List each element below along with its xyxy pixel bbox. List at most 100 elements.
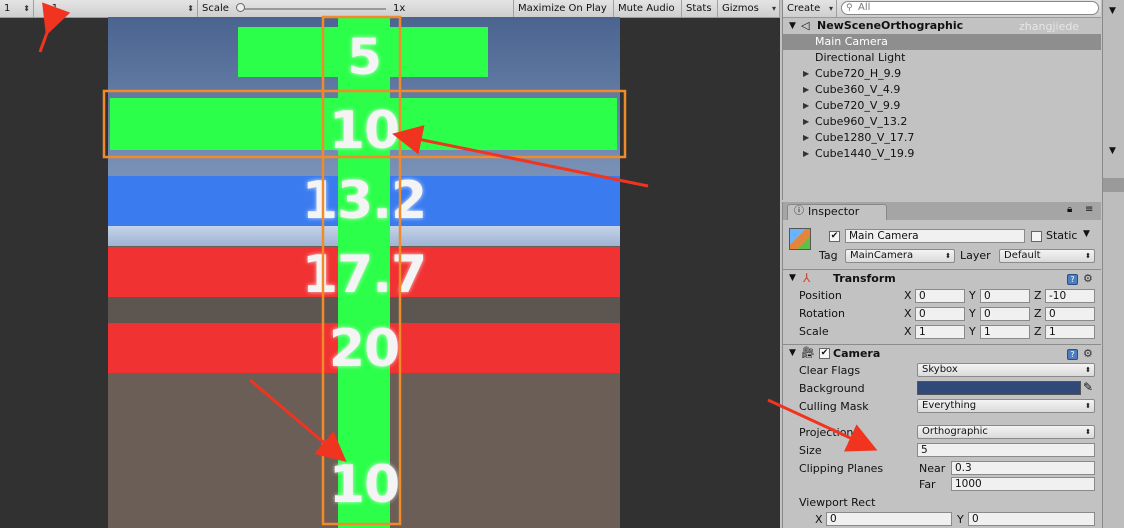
collapse-triangle-icon[interactable]: ▼ [789,348,796,358]
help-icon[interactable]: ? [1067,274,1078,285]
active-checkbox[interactable]: ✔ [829,231,840,242]
axis-x-label: X [904,307,912,320]
rotation-z-field[interactable]: 0 [1045,307,1095,321]
stats-toggle[interactable]: Stats [682,0,718,17]
position-y-field[interactable]: 0 [980,289,1030,303]
label-17-7: 17.7 [301,245,427,305]
divider [783,269,1101,270]
hierarchy-item-directional-light[interactable]: Directional Light [783,50,1101,66]
background-color-swatch[interactable] [917,381,1081,395]
game-view: 1 ⬍ 1:1 ⬍ Scale 1x Maximize On Play Mute… [0,0,780,528]
scale-z-field[interactable]: 1 [1045,325,1095,339]
hierarchy-item-main-camera[interactable]: Main Camera [783,34,1101,50]
transform-header[interactable]: ▼ ⅄ Transform ? ⚙ [783,271,1101,289]
axis-z-label: Z [1034,289,1042,302]
hierarchy-item-label: Cube720_H_9.9 [815,67,902,80]
hierarchy-item-cube1440-v[interactable]: ▶ Cube1440_V_19.9 [783,146,1101,162]
static-checkbox[interactable] [1031,231,1042,242]
scale-x-field[interactable]: 1 [915,325,965,339]
scale-label: Scale [799,325,829,338]
far-field[interactable]: 1000 [951,477,1095,491]
expand-triangle-icon[interactable]: ▶ [803,130,809,146]
projection-label: Projection [799,426,854,439]
static-dropdown-arrow-icon[interactable]: ▼ [1083,229,1090,239]
layer-value: Default [1004,250,1041,261]
display-dropdown[interactable]: 1 ⬍ [0,0,34,17]
expand-triangle-icon[interactable]: ▼ [789,18,796,34]
hierarchy-item-label: Main Camera [815,35,888,48]
hierarchy-item-cube360-v[interactable]: ▶ Cube360_V_4.9 [783,82,1101,98]
lock-icon[interactable]: 🔒︎ [1067,204,1072,215]
rotation-x-field[interactable]: 0 [915,307,965,321]
clipping-planes-label: Clipping Planes [799,462,884,475]
scene-root[interactable]: ▼ ◁ NewSceneOrthographic [783,18,1101,34]
expand-triangle-icon[interactable]: ▶ [803,114,809,130]
position-x-field[interactable]: 0 [915,289,965,303]
culling-mask-dropdown[interactable]: Everything ⬍ [917,399,1095,413]
clear-flags-dropdown[interactable]: Skybox ⬍ [917,363,1095,377]
background-label: Background [799,382,865,395]
far-label: Far [919,478,936,491]
collapse-triangle-icon[interactable]: ▼ [789,273,796,283]
projection-dropdown[interactable]: Orthographic ⬍ [917,425,1095,439]
camera-header[interactable]: ▼ 🎥︎ ✔ Camera ? ⚙ [783,346,1101,364]
rotation-label: Rotation [799,307,846,320]
expand-triangle-icon[interactable]: ▶ [803,82,809,98]
tag-label: Tag [819,249,838,262]
hierarchy-item-cube720-h[interactable]: ▶ Cube720_H_9.9 [783,66,1101,82]
hierarchy-item-cube720-v[interactable]: ▶ Cube720_V_9.9 [783,98,1101,114]
camera-enabled-checkbox[interactable]: ✔ [819,348,830,359]
camera-title: Camera [833,347,881,360]
tag-dropdown[interactable]: MainCamera ⬍ [845,249,955,263]
viewport-x-field[interactable]: 0 [826,512,952,526]
aspect-dropdown[interactable]: 1:1 ⬍ [38,0,198,17]
updown-arrows-icon: ⬍ [1085,428,1091,436]
updown-arrows-icon: ⬍ [1085,366,1091,374]
expand-triangle-icon[interactable]: ▼ [1109,146,1116,156]
projection-value: Orthographic [922,426,988,437]
maximize-on-play-toggle[interactable]: Maximize On Play [514,0,614,17]
gizmos-label: Gizmos [722,3,759,14]
rotation-y-field[interactable]: 0 [980,307,1030,321]
panel-tab[interactable] [1103,178,1124,192]
gear-icon[interactable]: ⚙ [1083,347,1093,360]
scale-slider-track[interactable] [238,8,386,10]
near-field[interactable]: 0.3 [951,461,1095,475]
scene-name: NewSceneOrthographic [817,19,964,32]
eyedropper-icon[interactable]: ✎ [1083,380,1093,394]
updown-arrows-icon: ⬍ [1085,402,1091,410]
inspector-panel: ⓘ Inspector 🔒︎ ≡ ✔ Main Camera Static ▼ … [782,202,1101,528]
hierarchy-item-label: Cube1280_V_17.7 [815,131,915,144]
expand-triangle-icon[interactable]: ▼ [1109,6,1116,16]
scale-y-field[interactable]: 1 [980,325,1030,339]
hierarchy-item-cube960-v[interactable]: ▶ Cube960_V_13.2 [783,114,1101,130]
dropdown-arrow-icon: ▾ [828,4,833,13]
position-z-field[interactable]: -10 [1045,289,1095,303]
axis-z-label: Z [1034,307,1042,320]
tab-label: Inspector [808,205,860,218]
divider [783,344,1101,345]
menu-icon[interactable]: ≡ [1085,204,1093,215]
gear-icon[interactable]: ⚙ [1083,272,1093,285]
create-dropdown[interactable]: Create ▾ [783,0,837,17]
expand-triangle-icon[interactable]: ▶ [803,98,809,114]
help-icon[interactable]: ? [1067,349,1078,360]
expand-triangle-icon[interactable]: ▶ [803,146,809,162]
tab-inspector[interactable]: ⓘ Inspector [787,204,887,220]
viewport-y-field[interactable]: 0 [968,512,1095,526]
size-field[interactable]: 5 [917,443,1095,457]
gizmos-dropdown[interactable]: Gizmos ▾ [718,0,780,17]
display-value: 1 [4,3,11,14]
axis-x-label: X [904,289,912,302]
expand-triangle-icon[interactable]: ▶ [803,66,809,82]
updown-arrows-icon: ⬍ [187,4,194,13]
size-label: Size [799,444,822,457]
object-name-field[interactable]: Main Camera [845,229,1025,243]
static-label: Static [1046,229,1078,242]
hierarchy-item-cube1280-v[interactable]: ▶ Cube1280_V_17.7 [783,130,1101,146]
mute-audio-toggle[interactable]: Mute Audio [614,0,682,17]
scale-slider-thumb[interactable] [236,3,245,12]
axis-x-label: X [815,513,823,526]
layer-dropdown[interactable]: Default ⬍ [999,249,1095,263]
hierarchy-search-input[interactable]: ⚲ All [841,1,1099,15]
